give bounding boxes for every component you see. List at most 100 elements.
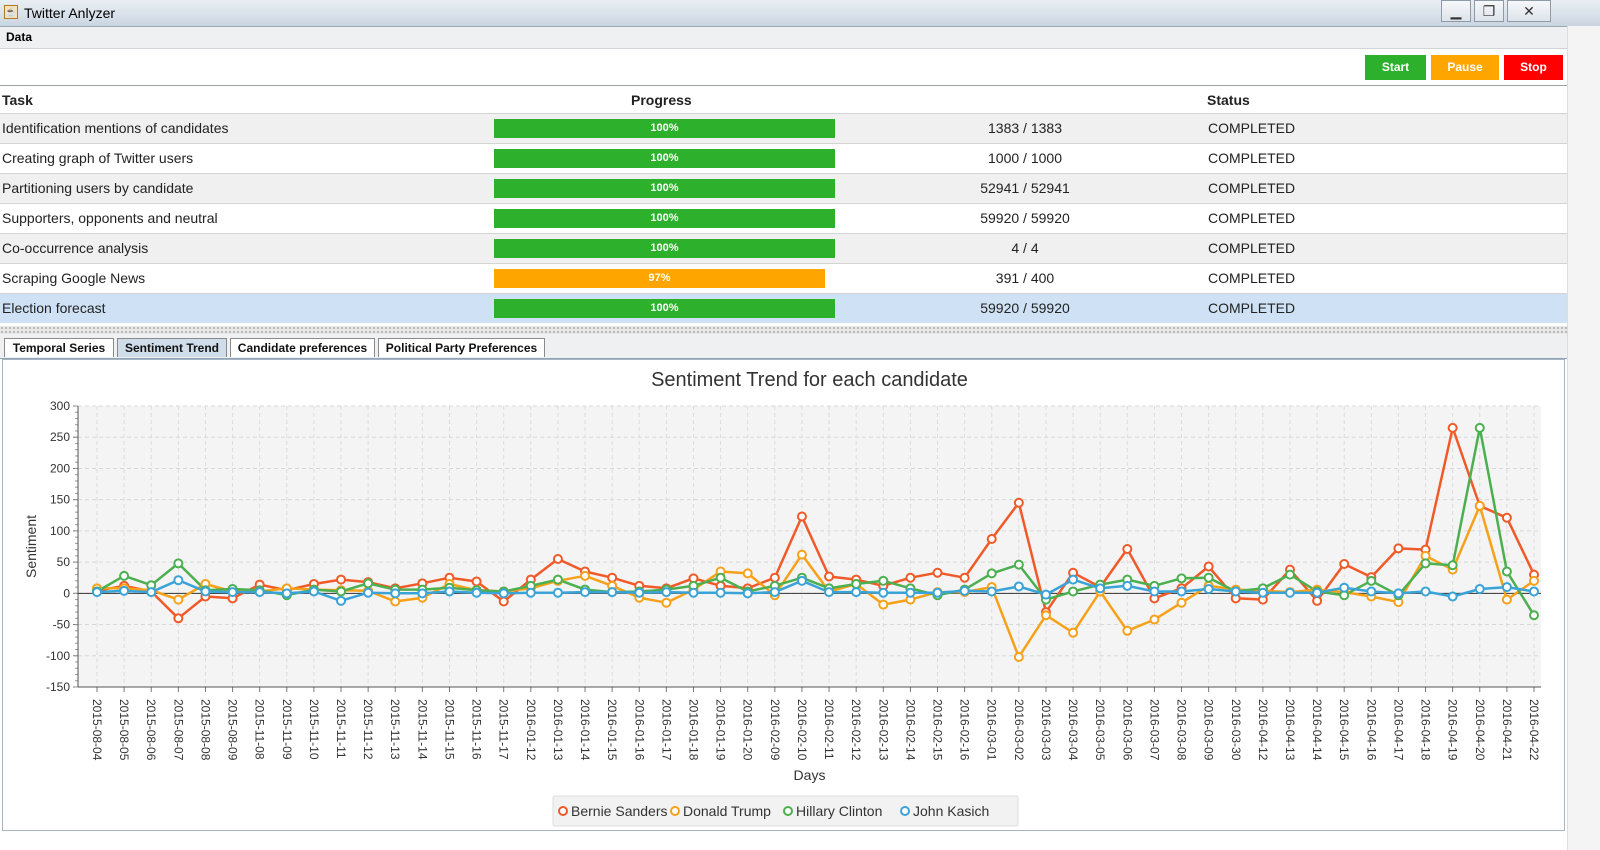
data-point	[959, 585, 970, 596]
table-row[interactable]: Supporters, opponents and neutral 100% 5…	[0, 203, 1600, 233]
x-tick-label: 2016-02-14	[903, 699, 917, 761]
y-tick-label: 300	[50, 399, 70, 413]
column-header-task[interactable]: Task	[2, 92, 33, 108]
data-point	[336, 574, 347, 585]
data-point	[1474, 422, 1485, 433]
vertical-scrollbar[interactable]	[1567, 26, 1600, 850]
data-point	[1122, 543, 1133, 554]
x-tick-label: 2016-04-15	[1337, 699, 1351, 761]
data-point	[1312, 595, 1323, 606]
x-tick-label: 2015-08-04	[90, 699, 104, 761]
tab-candidate-preferences[interactable]: Candidate preferences	[230, 338, 375, 357]
x-tick-label: 2016-02-15	[931, 699, 945, 761]
data-point	[1529, 610, 1539, 621]
start-button[interactable]: Start	[1365, 55, 1426, 80]
minimize-icon[interactable]: ▁	[1441, 0, 1471, 22]
menu-data[interactable]: Data	[6, 30, 32, 44]
x-tick-label: 2016-04-17	[1391, 699, 1405, 761]
y-tick-label: 200	[50, 461, 70, 475]
data-point	[1149, 586, 1160, 597]
data-point	[1447, 422, 1458, 433]
data-point	[796, 511, 807, 522]
tab-strip: Temporal Series Sentiment Trend Candidat…	[0, 334, 1600, 359]
task-name: Supporters, opponents and neutral	[2, 210, 218, 226]
x-tick-label: 2015-11-12	[361, 699, 375, 760]
data-point	[824, 571, 835, 582]
x-tick-label: 2016-04-20	[1473, 699, 1487, 761]
tab-temporal-series[interactable]: Temporal Series	[4, 338, 114, 357]
close-icon[interactable]: ✕	[1507, 0, 1551, 22]
data-point	[607, 587, 618, 598]
table-row[interactable]: Co-occurrence analysis 100% 4 / 4 COMPLE…	[0, 233, 1600, 263]
x-tick-label: 2016-04-19	[1446, 699, 1460, 761]
data-point	[607, 572, 618, 583]
data-point	[1068, 627, 1079, 638]
data-point	[498, 588, 509, 599]
task-name: Scraping Google News	[2, 270, 146, 286]
data-point	[119, 585, 130, 596]
data-point	[552, 574, 563, 585]
legend-label: Bernie Sanders	[571, 803, 668, 819]
task-count: 59920 / 59920	[980, 210, 1070, 226]
x-tick-label: 2015-11-10	[307, 699, 321, 760]
table-row[interactable]: Partitioning users by candidate 100% 529…	[0, 173, 1600, 203]
data-point	[796, 575, 807, 586]
y-tick-label: 250	[50, 430, 70, 444]
legend-label: John Kasich	[913, 803, 989, 819]
x-tick-label: 2016-02-09	[768, 699, 782, 761]
data-point	[1284, 569, 1295, 580]
data-point	[1420, 558, 1431, 569]
y-tick-label: -50	[53, 618, 71, 632]
task-count: 52941 / 52941	[980, 180, 1070, 196]
split-pane-divider[interactable]	[0, 326, 1600, 334]
table-row[interactable]: Scraping Google News 97% 391 / 400 COMPL…	[0, 263, 1600, 293]
stop-button[interactable]: Stop	[1504, 55, 1563, 80]
plot-area	[78, 406, 1541, 687]
x-tick-label: 2015-11-11	[334, 699, 348, 759]
pause-button[interactable]: Pause	[1431, 55, 1499, 80]
data-point	[796, 549, 807, 560]
data-point	[1176, 597, 1187, 608]
maximize-icon[interactable]: ❐	[1474, 0, 1504, 22]
data-point	[1013, 559, 1024, 570]
data-point	[336, 586, 347, 597]
table-row[interactable]: Election forecast 100% 59920 / 59920 COM…	[0, 293, 1600, 323]
control-toolbar: Start Pause Stop	[0, 49, 1600, 86]
data-point	[661, 587, 672, 598]
tab-sentiment-trend[interactable]: Sentiment Trend	[117, 338, 227, 357]
column-header-status[interactable]: Status	[1207, 92, 1250, 108]
data-point	[1529, 586, 1539, 597]
task-status: COMPLETED	[1208, 150, 1296, 166]
x-tick-label: 2015-11-08	[253, 699, 267, 760]
data-point	[1339, 558, 1350, 569]
data-point	[959, 572, 970, 583]
data-point	[173, 575, 184, 586]
tab-political-party-preferences[interactable]: Political Party Preferences	[378, 338, 545, 357]
data-point	[742, 568, 753, 579]
data-point	[878, 599, 889, 610]
data-point	[92, 587, 102, 598]
menu-bar: Data	[0, 27, 1600, 49]
x-tick-label: 2016-02-12	[849, 699, 863, 761]
data-point	[1257, 587, 1268, 598]
data-point	[1366, 586, 1377, 597]
task-status: COMPLETED	[1208, 270, 1296, 286]
x-tick-label: 2016-03-30	[1229, 699, 1243, 761]
data-point	[498, 596, 509, 607]
table-row[interactable]: Identification mentions of candidates 10…	[0, 113, 1600, 143]
x-tick-label: 2015-11-13	[388, 699, 402, 760]
data-point	[1474, 500, 1485, 511]
x-tick-label: 2016-01-18	[686, 699, 700, 761]
data-point	[715, 572, 726, 583]
legend-marker	[900, 806, 910, 816]
data-point	[390, 588, 401, 599]
data-point	[1176, 573, 1187, 584]
data-point	[1068, 586, 1079, 597]
data-point	[1230, 586, 1241, 597]
progress-label: 100%	[650, 152, 679, 164]
column-header-progress[interactable]: Progress	[631, 92, 692, 108]
table-row[interactable]: Creating graph of Twitter users 100% 100…	[0, 143, 1600, 173]
task-name: Partitioning users by candidate	[2, 180, 194, 196]
data-point	[363, 578, 374, 589]
data-point	[878, 587, 889, 598]
